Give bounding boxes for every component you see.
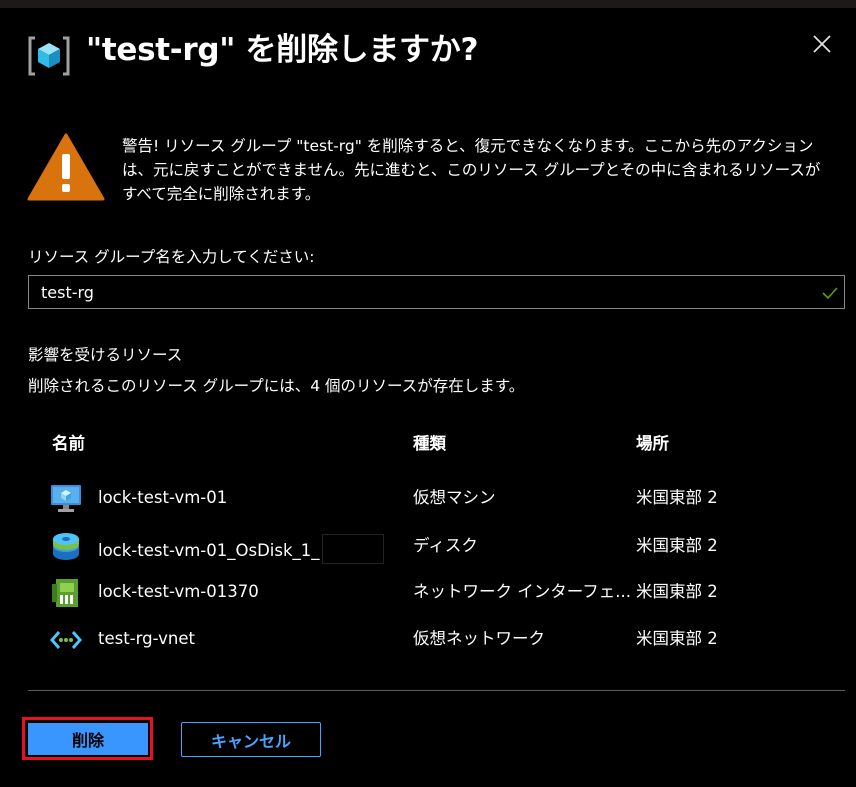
resource-name: lock-test-vm-01370 <box>98 582 259 601</box>
resource-location: 米国東部 2 <box>636 488 718 507</box>
resource-group-icon <box>27 34 71 78</box>
delete-button[interactable]: 削除 <box>28 723 148 755</box>
resource-location: 米国東部 2 <box>636 536 718 555</box>
resource-type: 仮想ネットワーク <box>413 629 545 648</box>
column-header-name: 名前 <box>52 434 85 453</box>
resource-type: 仮想マシン <box>413 488 496 507</box>
checkmark-icon <box>822 285 838 300</box>
top-border <box>0 0 856 8</box>
resource-name: lock-test-vm-01_OsDisk_1_ <box>98 534 384 564</box>
resource-type: ディスク <box>413 536 478 555</box>
resource-location: 米国東部 2 <box>636 582 718 601</box>
resource-location: 米国東部 2 <box>636 629 718 648</box>
affected-resources-description: 削除されるこのリソース グループには、4 個のリソースが存在します。 <box>28 377 525 395</box>
network-interface-icon <box>50 578 82 608</box>
table-row: test-rg-vnet 仮想ネットワーク 米国東部 2 <box>0 627 856 673</box>
warning-message: 警告! リソース グループ "test-rg" を削除すると、復元できなくなりま… <box>122 137 821 203</box>
resource-type: ネットワーク インターフェ... <box>413 582 631 601</box>
cancel-button[interactable]: キャンセル <box>181 722 321 757</box>
resource-group-name-label: リソース グループ名を入力してください: <box>28 248 315 266</box>
table-row: lock-test-vm-01_OsDisk_1_ ディスク 米国東部 2 <box>0 532 856 580</box>
table-row: lock-test-vm-01 仮想マシン 米国東部 2 <box>0 484 856 532</box>
column-header-location: 場所 <box>636 434 669 453</box>
footer-divider <box>28 690 845 691</box>
disk-icon <box>50 532 82 562</box>
resource-group-name-input[interactable] <box>28 275 845 309</box>
table-row: lock-test-vm-01370 ネットワーク インターフェ... 米国東部… <box>0 578 856 626</box>
redacted-block <box>321 534 384 564</box>
resource-name: test-rg-vnet <box>98 629 195 648</box>
virtual-machine-icon <box>50 484 82 514</box>
virtual-network-icon <box>50 625 82 655</box>
close-icon[interactable] <box>808 30 836 58</box>
resource-name: lock-test-vm-01 <box>98 488 228 507</box>
warning-icon <box>27 132 105 202</box>
dialog-title: "test-rg" を削除しますか? <box>86 32 479 68</box>
affected-resources-title: 影響を受けるリソース <box>28 346 183 364</box>
column-header-type: 種類 <box>413 434 446 453</box>
